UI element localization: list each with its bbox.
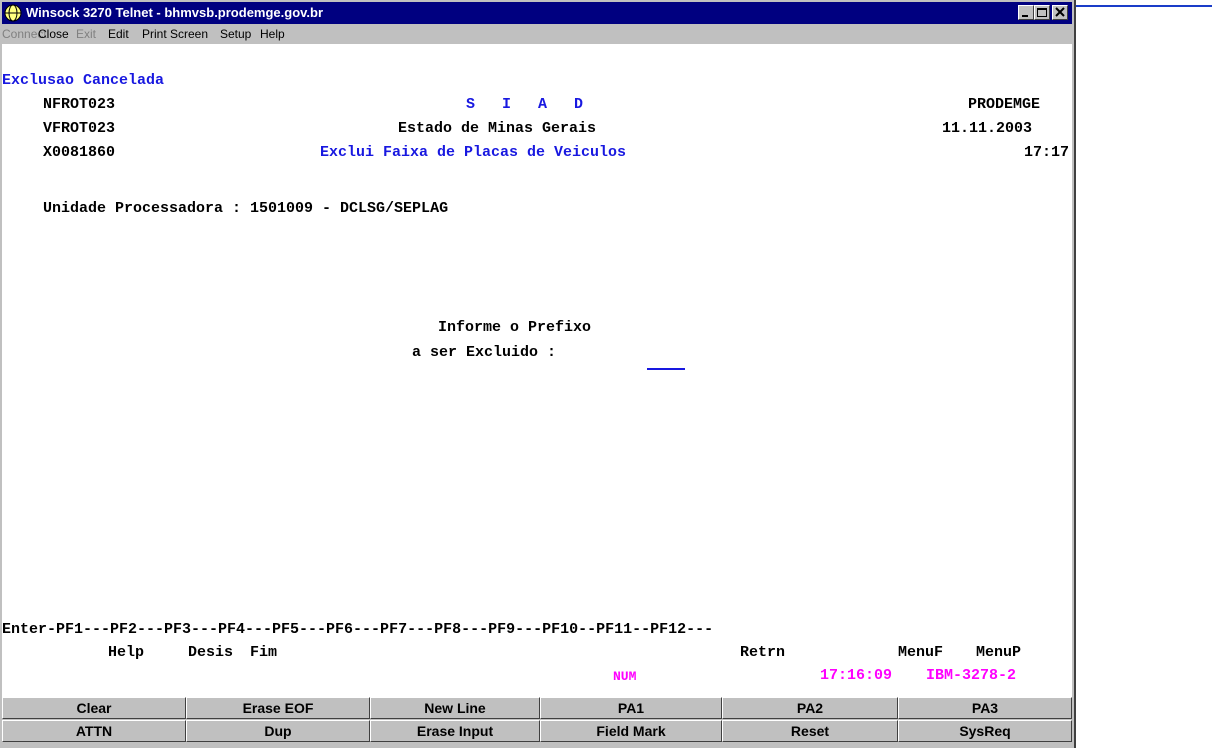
terminal-type: IBM-3278-2 [926, 667, 1017, 684]
prompt-line-2: a ser Excluido : [412, 344, 557, 361]
pa1-button[interactable]: PA1 [540, 697, 722, 719]
maximize-icon [1037, 8, 1047, 17]
system-name: S I A D [466, 96, 584, 113]
num-lock-indicator: NUM [613, 669, 637, 684]
menu-print-screen[interactable]: Print Screen [142, 27, 208, 41]
maximize-button[interactable] [1034, 5, 1050, 20]
dup-button[interactable]: Dup [186, 720, 370, 742]
pf1-help-label: Help [108, 644, 145, 661]
pa2-button[interactable]: PA2 [722, 697, 898, 719]
terminal-screen[interactable]: Exclusao Cancelada NFROT023 S I A D PROD… [2, 44, 1072, 697]
erase-input-button[interactable]: Erase Input [370, 720, 540, 742]
close-icon [1055, 7, 1065, 17]
title-bar[interactable]: Winsock 3270 Telnet - bhmvsb.prodemge.go… [2, 2, 1072, 24]
erase-eof-button[interactable]: Erase EOF [186, 697, 370, 719]
menu-setup[interactable]: Setup [220, 27, 251, 41]
pf-key-line: Enter-PF1---PF2---PF3---PF4---PF5---PF6-… [2, 621, 714, 638]
minimize-button[interactable] [1018, 5, 1034, 20]
pf3-fim-label: Fim [250, 644, 278, 661]
screen-id: VFROT023 [43, 120, 116, 137]
user-id: X0081860 [43, 144, 116, 161]
minimize-icon [1022, 15, 1028, 17]
state-name: Estado de Minas Gerais [398, 120, 597, 137]
org-name: PRODEMGE [968, 96, 1041, 113]
close-window-button[interactable] [1052, 5, 1068, 20]
pa3-button[interactable]: PA3 [898, 697, 1072, 719]
status-clock: 17:16:09 [820, 667, 893, 684]
prompt-line-1: Informe o Prefixo [438, 319, 592, 336]
current-time: 17:17 [1024, 144, 1070, 161]
keypad-row-2: ATTN Dup Erase Input Field Mark Reset Sy… [2, 720, 1072, 742]
pf12-menup-label: MenuP [976, 644, 1022, 661]
menu-bar: Connect Close Exit Edit Print Screen Set… [2, 24, 1072, 44]
status-message: Exclusao Cancelada [2, 72, 165, 89]
menu-exit[interactable]: Exit [76, 27, 96, 41]
program-id: NFROT023 [43, 96, 116, 113]
clear-button[interactable]: Clear [2, 697, 186, 719]
new-line-button[interactable]: New Line [370, 697, 540, 719]
keypad-row-1: Clear Erase EOF New Line PA1 PA2 PA3 [2, 697, 1072, 719]
field-mark-button[interactable]: Field Mark [540, 720, 722, 742]
menu-help[interactable]: Help [260, 27, 285, 41]
pf9-retrn-label: Retrn [740, 644, 786, 661]
processing-unit: Unidade Processadora : 1501009 - DCLSG/S… [43, 200, 449, 217]
sysreq-button[interactable]: SysReq [898, 720, 1072, 742]
current-date: 11.11.2003 [942, 120, 1033, 137]
app-globe-icon [4, 4, 22, 22]
reset-button[interactable]: Reset [722, 720, 898, 742]
prefix-input-field[interactable] [647, 354, 685, 370]
telnet-window: Winsock 3270 Telnet - bhmvsb.prodemge.go… [0, 0, 1076, 748]
pf11-menuf-label: MenuF [898, 644, 944, 661]
desktop-edge-line [1076, 5, 1212, 7]
menu-close[interactable]: Close [38, 27, 69, 41]
menu-edit[interactable]: Edit [108, 27, 129, 41]
pf2-desis-label: Desis [188, 644, 234, 661]
screen-title: Exclui Faixa de Placas de Veiculos [320, 144, 627, 161]
attn-button[interactable]: ATTN [2, 720, 186, 742]
window-title: Winsock 3270 Telnet - bhmvsb.prodemge.go… [26, 5, 324, 20]
